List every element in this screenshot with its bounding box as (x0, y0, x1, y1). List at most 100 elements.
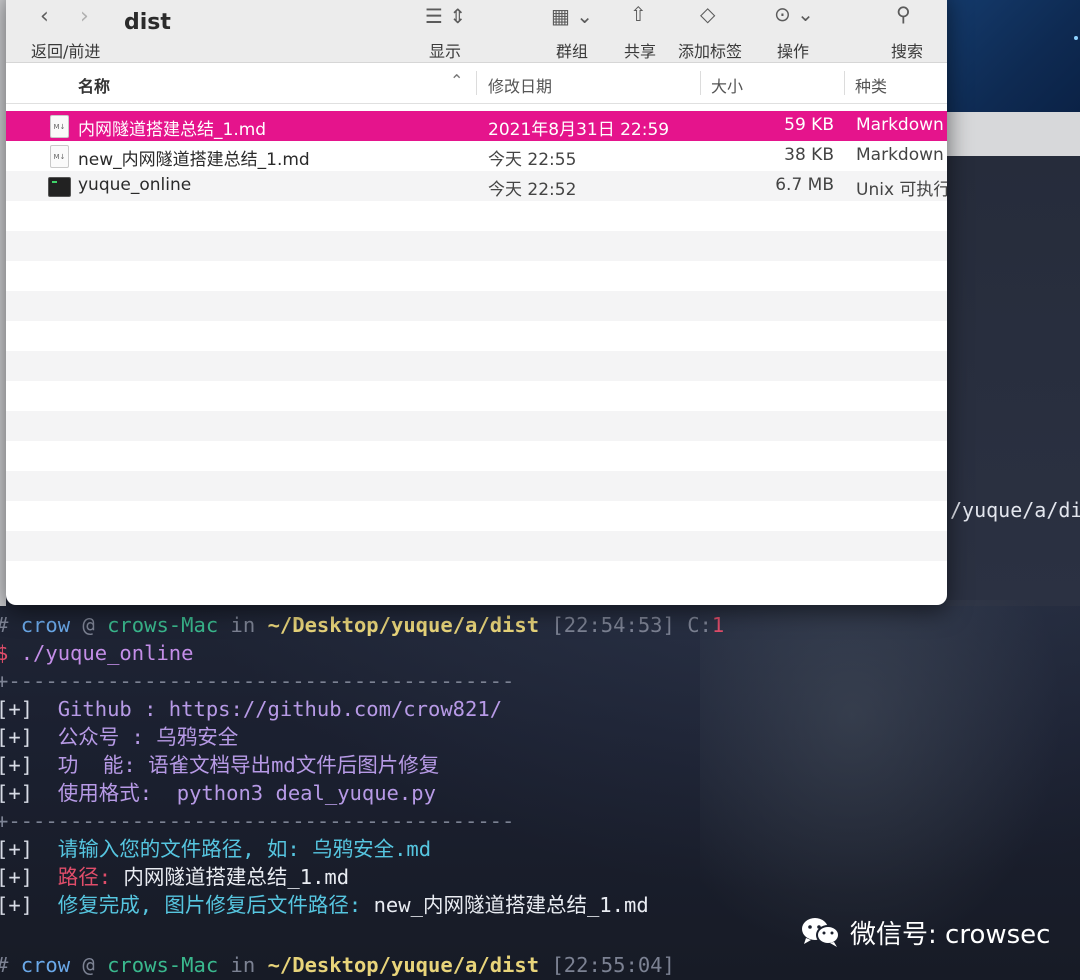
group-label[interactable]: 群组 (556, 38, 588, 62)
prompt-in: in (230, 953, 256, 977)
info-tag: [+] (0, 781, 34, 805)
file-row[interactable]: yuque_online 今天 22:52 6.7 MB Unix 可执行 (6, 171, 947, 201)
column-name[interactable]: 名称 (78, 73, 110, 97)
column-divider[interactable] (476, 71, 477, 95)
watermark-text: 微信号: crowsec (850, 919, 1051, 950)
terminal-input-prompt: [+] 请输入您的文件路径, 如: 乌鸦安全.md (0, 835, 431, 863)
wechat-watermark: 微信号: crowsec (800, 914, 1050, 950)
prompt-time: [22:54:53] (551, 613, 675, 637)
file-name: new_内网隧道搭建总结_1.md (78, 150, 310, 170)
column-divider[interactable] (700, 71, 701, 95)
terminal-command-line: $ ./yuque_online (0, 639, 193, 667)
file-size: 59 KB (784, 115, 834, 135)
path-value: 内网隧道搭建总结_1.md (123, 865, 350, 889)
path-label: 路径: (57, 865, 124, 889)
list-view-icon[interactable]: ☰ ⇕ (425, 4, 466, 28)
view-label[interactable]: 显示 (429, 38, 461, 62)
info-tag: [+] (0, 865, 34, 889)
prompt-user: crow (20, 613, 71, 637)
file-list: M↓ 内网隧道搭建总结_1.md 2021年8月31日 22:59 59 KB … (6, 100, 947, 605)
prompt-exit-code: 1 (711, 613, 725, 637)
file-row-selected[interactable]: M↓ 内网隧道搭建总结_1.md 2021年8月31日 22:59 59 KB … (6, 111, 947, 141)
group-icon[interactable]: ▦ ⌄ (551, 4, 593, 28)
prompt-hash: # (0, 613, 8, 637)
prompt-time: [22:55:04] (551, 953, 675, 977)
terminal-separator: +---------------------------------------… (0, 669, 515, 693)
nav-label: 返回/前进 (31, 42, 101, 61)
prompt-in: in (230, 613, 256, 637)
column-date[interactable]: 修改日期 (488, 73, 552, 97)
info-text: 使用格式: python3 deal_yuque.py (57, 781, 436, 805)
empty-row (6, 471, 947, 501)
prompt-path: ~/Desktop/yuque/a/dist (267, 613, 540, 637)
empty-row (6, 261, 947, 291)
background-terminal-path-text: /yuque/a/di (950, 498, 1080, 522)
executable-icon (48, 177, 71, 197)
terminal-separator: +---------------------------------------… (0, 809, 515, 833)
terminal-info-line: [+] 公众号 : 乌鸦安全 (0, 723, 238, 751)
column-header: 名称 ⌃ 修改日期 大小 种类 (6, 63, 947, 104)
background-window-titlebar (946, 112, 1080, 156)
terminal-info-line: [+] 功 能: 语雀文档导出md文件后图片修复 (0, 751, 439, 779)
file-date: 今天 22:55 (488, 150, 577, 170)
column-divider[interactable] (844, 71, 845, 95)
empty-row (6, 531, 947, 561)
empty-row (6, 381, 947, 411)
prompt-host: crows-Mac (107, 953, 219, 977)
prompt-at: @ (82, 953, 95, 977)
info-tag: [+] (0, 697, 34, 721)
more-actions-icon[interactable]: ⊙ ⌄ (774, 2, 814, 26)
empty-row (6, 201, 947, 231)
finder-window[interactable]: ‹ › 返回/前进 dist ☰ ⇕ 显示 ▦ ⌄ 群组 ⇧ 共享 ◇ 添加标签… (6, 0, 947, 605)
terminal-prompt-line: # crow @ crows-Mac in ~/Desktop/yuque/a/… (0, 951, 675, 979)
back-icon[interactable]: ‹ (40, 4, 49, 29)
done-value: new_内网隧道搭建总结_1.md (373, 893, 649, 917)
markdown-file-icon: M↓ (50, 145, 69, 168)
share-label[interactable]: 共享 (624, 38, 656, 62)
empty-row (6, 441, 947, 471)
markdown-file-icon: M↓ (50, 115, 69, 138)
terminal-prompt-line: # crow @ crows-Mac in ~/Desktop/yuque/a/… (0, 611, 724, 639)
done-label: 修复完成, 图片修复后文件路径: (57, 893, 374, 917)
share-icon[interactable]: ⇧ (630, 2, 647, 26)
empty-row (6, 291, 947, 321)
empty-row (6, 411, 947, 441)
desktop-wallpaper-corner (946, 0, 1080, 112)
column-size[interactable]: 大小 (711, 73, 743, 97)
terminal-info-line: [+] 使用格式: python3 deal_yuque.py (0, 779, 436, 807)
info-tag: [+] (0, 837, 34, 861)
info-tag: [+] (0, 893, 34, 917)
sort-chevron-up-icon[interactable]: ⌃ (450, 71, 463, 90)
empty-row (6, 501, 947, 531)
tag-icon[interactable]: ◇ (700, 2, 715, 26)
file-name: 内网隧道搭建总结_1.md (78, 120, 267, 140)
file-size: 38 KB (784, 145, 834, 165)
file-kind: Markdown (856, 115, 944, 135)
wallpaper-star (1074, 36, 1078, 40)
prompt-hash: # (0, 953, 8, 977)
prompt-user: crow (20, 953, 71, 977)
file-row[interactable]: M↓ new_内网隧道搭建总结_1.md 今天 22:55 38 KB Mark… (6, 141, 947, 171)
terminal-path-line: [+] 路径: 内网隧道搭建总结_1.md (0, 863, 349, 891)
file-kind: Markdown (856, 145, 944, 165)
info-text: 公众号 : 乌鸦安全 (57, 725, 239, 749)
column-kind[interactable]: 种类 (855, 73, 887, 97)
info-tag: [+] (0, 753, 34, 777)
finder-toolbar: ‹ › 返回/前进 dist ☰ ⇕ 显示 ▦ ⌄ 群组 ⇧ 共享 ◇ 添加标签… (6, 0, 947, 63)
file-date: 今天 22:52 (488, 180, 577, 200)
search-label[interactable]: 搜索 (891, 38, 923, 62)
empty-row (6, 231, 947, 261)
info-text: 功 能: 语雀文档导出md文件后图片修复 (57, 753, 440, 777)
wechat-icon (800, 916, 842, 948)
empty-row (6, 351, 947, 381)
action-label[interactable]: 操作 (777, 38, 809, 62)
forward-icon[interactable]: › (80, 4, 89, 29)
prompt-path: ~/Desktop/yuque/a/dist (267, 953, 540, 977)
search-icon[interactable]: ⚲ (896, 2, 911, 26)
prompt-at: @ (82, 613, 95, 637)
file-kind: Unix 可执行 (856, 180, 947, 200)
file-name: yuque_online (78, 175, 192, 195)
empty-row (6, 561, 947, 591)
tag-label[interactable]: 添加标签 (678, 38, 742, 62)
terminal-done-line: [+] 修复完成, 图片修复后文件路径: new_内网隧道搭建总结_1.md (0, 891, 649, 919)
